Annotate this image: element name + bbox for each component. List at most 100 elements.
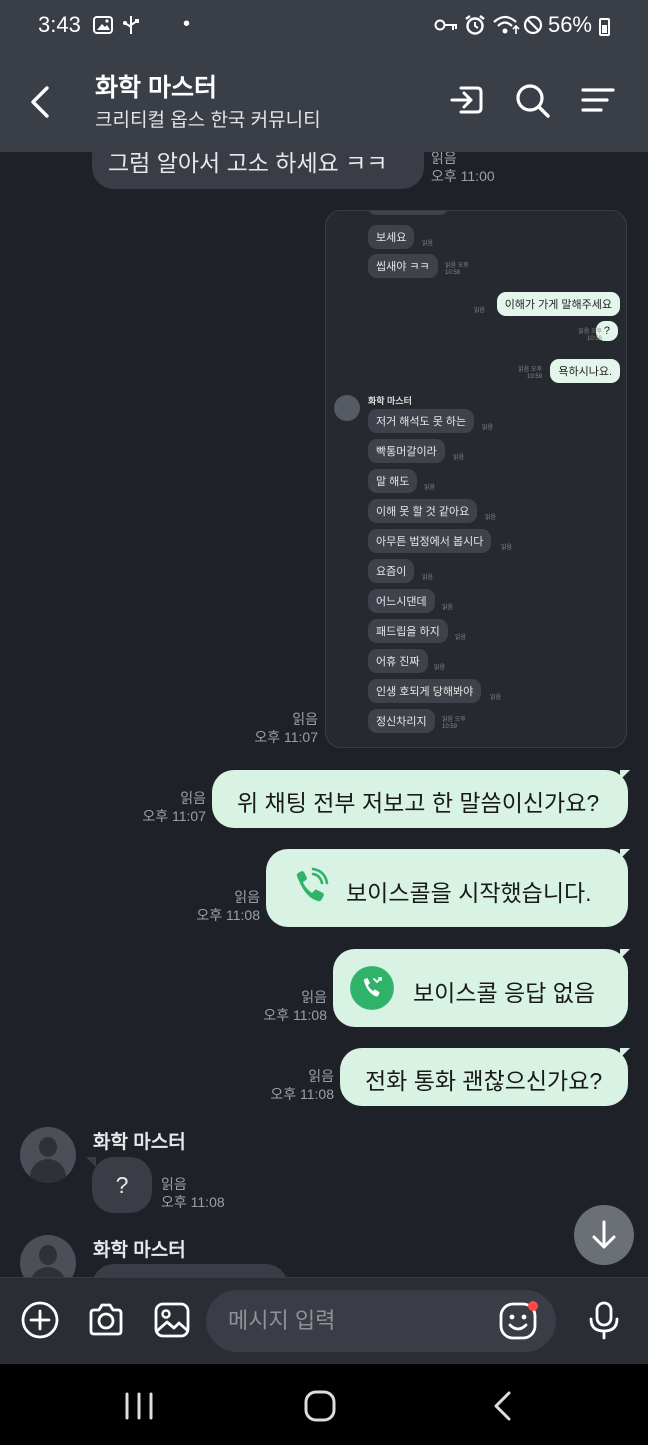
avatar[interactable] [20, 1127, 76, 1183]
arrow-down-icon [592, 1220, 616, 1249]
embedded-meta: 읽음 [485, 515, 497, 521]
embedded-meta: 읽음 [453, 455, 465, 461]
add-icon[interactable] [20, 1300, 60, 1340]
embedded-meta: 읽음 [501, 545, 513, 551]
battery-text: 56% [547, 12, 592, 37]
voice-call-started-bubble[interactable]: 보이스콜을 시작했습니다. [266, 849, 628, 927]
back-icon[interactable] [26, 82, 56, 122]
back-nav-icon[interactable] [482, 1386, 522, 1426]
embedded-meta: 읽음 [474, 308, 486, 314]
message-meta: 읽음 오후 11:08 [172, 888, 260, 924]
message-bubble[interactable]: 그럼 알아서 고소 하세요 ㅋㅋ [92, 152, 424, 189]
embedded-meta: 읽음 오후 10:59 [442, 717, 466, 730]
message-time: 오후 11:07 [142, 808, 206, 824]
bubble-tail [620, 1048, 630, 1058]
read-status: 읽음 [161, 1176, 187, 1192]
embedded-bubble: 아무튼 법정에서 봅시다 [368, 529, 492, 553]
embedded-avatar [334, 395, 360, 421]
mic-icon[interactable] [584, 1300, 624, 1340]
message-time: 오후 11:00 [431, 168, 495, 184]
missed-call-icon [350, 966, 394, 1010]
dot-icon: • [183, 13, 191, 35]
sender-name: 화학 마스터 [93, 1132, 186, 1153]
alarm-icon [465, 15, 485, 35]
message-meta: 읽음 오후 11:07 [120, 789, 206, 825]
message-bubble[interactable] [92, 1264, 288, 1277]
phone-call-icon [296, 867, 329, 902]
embedded-meta: 읽음 [482, 425, 494, 431]
sender-name: 화학 마스터 [93, 1240, 186, 1261]
usb-icon [123, 16, 139, 34]
read-status: 읽음 [431, 152, 457, 166]
embedded-bubble: 이해가 가게 말해주세요 [496, 292, 620, 316]
message-bubble[interactable]: 위 채팅 전부 저보고 한 말씀이신가요? [212, 770, 628, 828]
message-meta: 읽음 오후 11:08 [161, 1175, 225, 1211]
embedded-bubble: 어휴 진짜 [368, 649, 428, 673]
gallery-status-icon [93, 16, 113, 34]
embedded-sender-name: 화학 마스터 [368, 396, 412, 406]
embedded-meta: 읽음 [442, 605, 454, 611]
embedded-bubble: 어느시댄데 [368, 589, 435, 613]
embedded-meta: 읽음 [424, 485, 436, 491]
message-text: 그럼 알아서 고소 하세요 ㅋㅋ [108, 152, 388, 176]
read-status: 읽음 [180, 790, 206, 806]
camera-icon[interactable] [86, 1300, 126, 1340]
message-time: 오후 11:08 [263, 1007, 327, 1023]
message-meta: 읽음 오후 11:07 [230, 710, 318, 746]
message-time: 오후 11:08 [161, 1194, 225, 1210]
message-bubble[interactable]: ? [92, 1157, 152, 1213]
bubble-tail [620, 949, 630, 959]
avatar[interactable] [20, 1235, 76, 1277]
status-time: 3:43 [38, 12, 81, 37]
embedded-bubble: 씹새야 ㅋㅋ [368, 254, 438, 278]
embedded-bubble: 정신차리지 [368, 709, 435, 733]
message-text: 위 채팅 전부 저보고 한 말씀이신가요? [237, 790, 600, 816]
recent-apps-icon[interactable] [119, 1386, 159, 1426]
embedded-bubble: 말 해도 [368, 469, 418, 493]
menu-icon[interactable] [578, 80, 618, 120]
message-input-bar [0, 1277, 648, 1364]
read-status: 읽음 [301, 989, 327, 1005]
page-subtitle: 크리티컬 옵스 한국 커뮤니티 [95, 110, 321, 131]
chat-header: 화학 마스터 크리티컬 옵스 한국 커뮤니티 [0, 52, 648, 152]
message-text: 보이스콜을 시작했습니다. [346, 880, 592, 906]
notification-dot [528, 1301, 538, 1311]
bubble-tail [620, 770, 630, 780]
read-status: 읽음 [234, 889, 260, 905]
voice-call-missed-bubble[interactable]: 보이스콜 응답 없음 [333, 949, 628, 1027]
page-title: 화학 마스터 [95, 74, 217, 102]
message-text: ? [115, 1172, 129, 1198]
image-message[interactable]: 보세요 읽음 씹새야 ㅋㅋ 읽음 오후 10:58 이해가 가게 말해주세요 읽… [325, 210, 627, 748]
embedded-bubble: 패드립을 하지 [368, 619, 448, 643]
home-icon[interactable] [300, 1386, 340, 1426]
message-meta: 읽음 오후 11:00 [431, 152, 495, 185]
message-bubble[interactable]: 전화 통화 괜찮으신가요? [340, 1048, 628, 1106]
status-bar: 3:43 • 56% [0, 0, 648, 52]
search-icon[interactable] [512, 80, 552, 120]
read-status: 읽음 [292, 711, 318, 727]
message-time: 오후 11:08 [270, 1086, 334, 1102]
system-nav-bar [0, 1364, 648, 1445]
bubble-tail [86, 1157, 96, 1167]
message-time: 오후 11:07 [254, 729, 318, 745]
scroll-to-bottom-button[interactable] [574, 1205, 634, 1265]
message-text: 전화 통화 괜찮으신가요? [365, 1068, 603, 1094]
embedded-bubble: 빡통머갈이라 [368, 439, 445, 463]
do-not-disturb-icon [523, 15, 543, 35]
embedded-bubble: 요즘이 [368, 559, 415, 583]
message-text: 보이스콜 응답 없음 [413, 980, 596, 1006]
embedded-bubble: 인생 호되게 당해봐야 [368, 679, 482, 703]
embedded-meta: 읽음 오후 10:58 [445, 263, 469, 276]
battery-icon [599, 18, 610, 36]
chat-area[interactable]: 그럼 알아서 고소 하세요 ㅋㅋ 읽음 오후 11:00 보세요 읽음 씹새야 … [0, 152, 648, 1277]
embedded-bubble: 욕하시나요. [550, 359, 620, 383]
gallery-icon[interactable] [152, 1300, 192, 1340]
embedded-meta: 읽음 [434, 665, 446, 671]
embedded-meta: 읽음 [422, 575, 434, 581]
embedded-meta: 읽음 [422, 241, 434, 247]
message-meta: 읽음 오후 11:08 [238, 988, 327, 1024]
embedded-bubble: 저거 해석도 못 하는 [368, 409, 475, 433]
embedded-bubble: 이해 못 할 것 같아요 [368, 499, 478, 523]
enter-icon[interactable] [447, 80, 487, 120]
embedded-bubble: 보세요 [368, 225, 415, 249]
